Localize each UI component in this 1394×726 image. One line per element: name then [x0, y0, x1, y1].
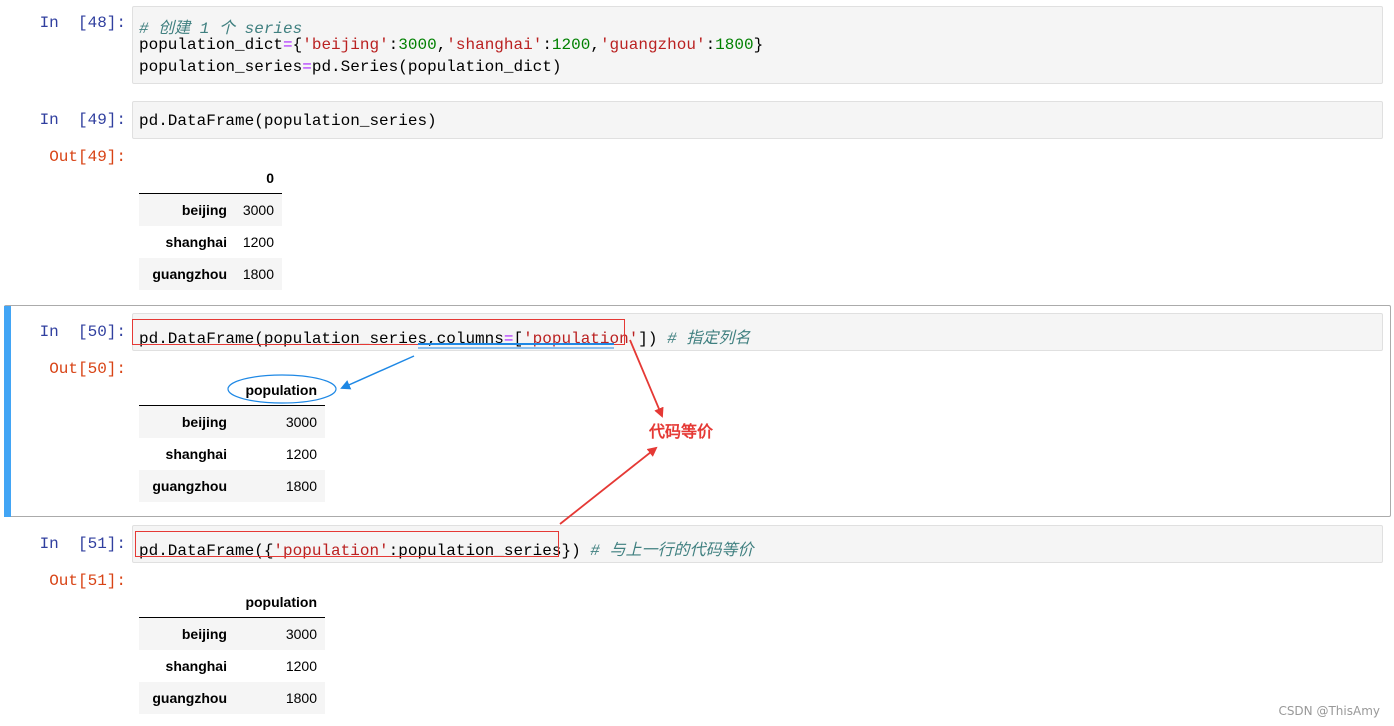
red-arrow-down: [629, 339, 664, 418]
annotation-arrows: [227, 339, 664, 525]
watermark: CSDN @ThisAmy: [1278, 704, 1380, 718]
header-highlight-ellipse: [227, 374, 337, 404]
blue-arrow: [340, 355, 415, 390]
red-arrow-up: [559, 446, 658, 525]
